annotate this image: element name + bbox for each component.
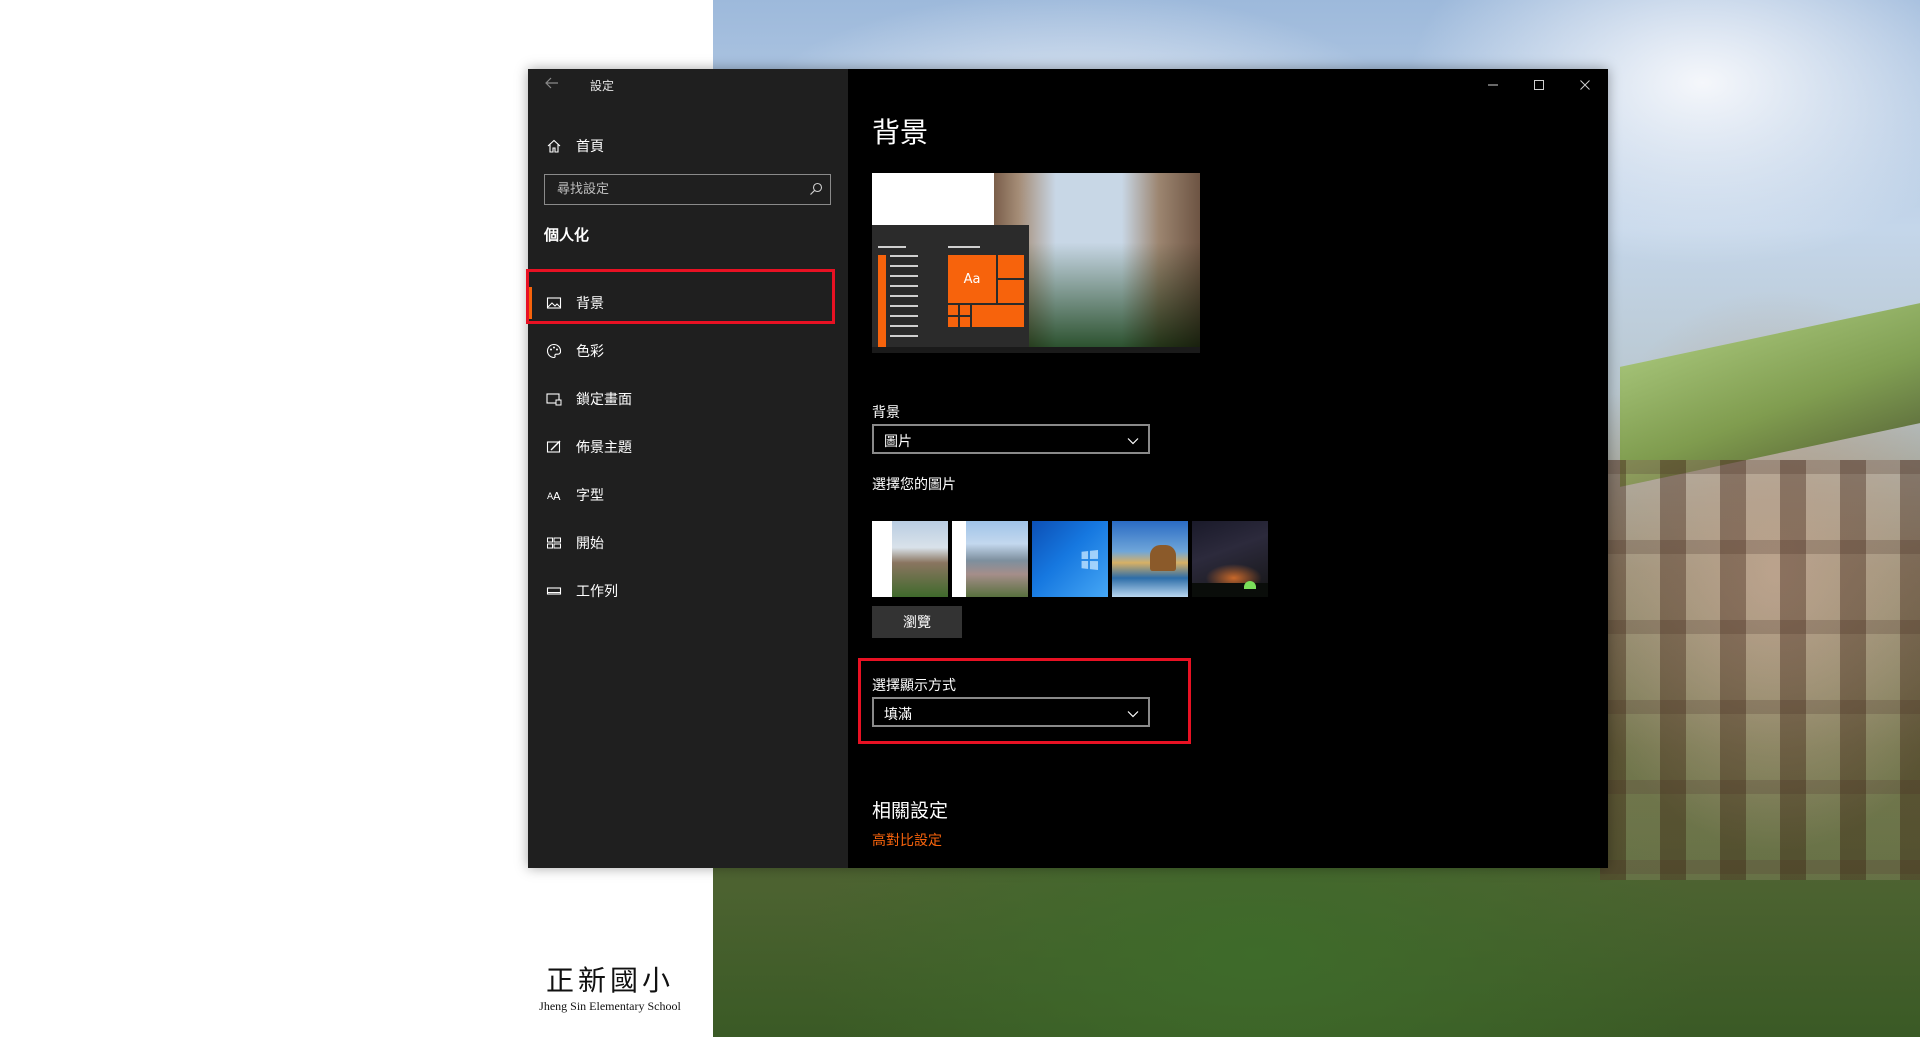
school-logo-english: Jheng Sin Elementary School <box>539 999 681 1013</box>
lock-screen-icon <box>544 389 564 409</box>
chevron-down-icon <box>1126 433 1140 447</box>
background-dropdown-value: 圖片 <box>884 434 912 450</box>
nav-item-label: 工作列 <box>576 584 618 600</box>
picture-thumbnail-2[interactable] <box>952 521 1028 597</box>
nav-item-colors[interactable]: 色彩 <box>528 327 848 375</box>
nav-item-lock-screen[interactable]: 鎖定畫面 <box>528 375 848 423</box>
rock-shape <box>1150 545 1176 571</box>
back-arrow-icon[interactable] <box>542 75 562 95</box>
search-box[interactable] <box>544 174 831 205</box>
preview-header-line <box>948 246 980 248</box>
picture-thumbnail-5[interactable] <box>1192 521 1268 597</box>
page-title: 背景 <box>872 116 929 149</box>
preview-taskbar <box>872 347 1200 353</box>
maximize-icon[interactable] <box>1516 69 1562 101</box>
preview-tile <box>948 317 958 327</box>
high-contrast-link[interactable]: 高對比設定 <box>872 830 942 850</box>
taskbar-icon <box>544 581 564 601</box>
nav-list: 背景 色彩 鎖定畫面 佈景主題 A A 字型 開始 工作列 <box>528 279 848 615</box>
nav-item-taskbar[interactable]: 工作列 <box>528 567 848 615</box>
highlight-box-nav <box>526 269 835 324</box>
theme-icon <box>544 437 564 457</box>
preview-sample-text: Aa <box>948 255 996 303</box>
tent-shape <box>1244 581 1256 589</box>
nav-item-label: 色彩 <box>576 344 604 360</box>
palette-icon <box>544 341 564 361</box>
school-logo-chinese: 正新國小 <box>545 964 674 997</box>
preview-tile <box>998 255 1024 278</box>
sidebar: 設定 首頁 個人化 背景 <box>526 69 848 868</box>
font-icon: AA <box>544 485 564 505</box>
search-icon[interactable] <box>808 181 824 197</box>
settings-window: 設定 首頁 個人化 背景 <box>526 69 1608 868</box>
preview-tile <box>960 305 970 315</box>
preview-tile <box>998 280 1024 303</box>
search-input[interactable] <box>545 175 807 204</box>
preview-tile <box>960 317 970 327</box>
svg-text:A: A <box>553 490 561 503</box>
main-content: 背景 Aa 背景 圖片 選擇您的圖片 瀏覽 選擇顯示方式 填滿 相關設定 高對比… <box>848 69 1608 868</box>
nav-item-fonts[interactable]: AA 字型 <box>528 471 848 519</box>
close-icon[interactable] <box>1562 69 1608 101</box>
nav-item-themes[interactable]: 佈景主題 <box>528 423 848 471</box>
browse-button[interactable]: 瀏覽 <box>872 606 962 638</box>
nav-item-label: 佈景主題 <box>576 440 632 456</box>
background-dropdown[interactable]: 圖片 <box>872 424 1150 454</box>
highlight-box-fit <box>858 658 1191 744</box>
nav-item-start[interactable]: 開始 <box>528 519 848 567</box>
nav-home-label: 首頁 <box>576 139 604 155</box>
nav-home[interactable]: 首頁 <box>544 131 834 161</box>
preview-header-line <box>878 246 906 248</box>
preview-tile <box>972 305 1024 327</box>
windows-logo-icon <box>1081 550 1099 570</box>
home-icon <box>544 136 564 156</box>
background-label: 背景 <box>872 405 900 421</box>
picture-thumbnails <box>872 521 1272 597</box>
nav-item-label: 開始 <box>576 536 604 552</box>
preview-app-list <box>890 255 920 345</box>
minimize-icon[interactable] <box>1470 69 1516 101</box>
section-title: 個人化 <box>544 226 590 244</box>
preview-tile <box>948 305 958 315</box>
preview-tiles: Aa <box>948 255 1024 341</box>
wallpaper-building <box>1600 460 1920 880</box>
window-controls <box>1470 69 1608 101</box>
nav-item-label: 字型 <box>576 488 604 504</box>
nav-item-label: 鎖定畫面 <box>576 392 632 408</box>
desktop-preview: Aa <box>872 173 1200 353</box>
preview-accent-strip <box>878 255 886 347</box>
choose-picture-label: 選擇您的圖片 <box>872 477 956 493</box>
start-icon <box>544 533 564 553</box>
preview-start-menu: Aa <box>872 225 1029 353</box>
picture-thumbnail-1[interactable] <box>872 521 948 597</box>
title-bar: 設定 <box>528 69 848 101</box>
school-logo: 正新國小 Jheng Sin Elementary School <box>530 964 690 1014</box>
picture-thumbnail-4[interactable] <box>1112 521 1188 597</box>
related-settings-title: 相關設定 <box>872 800 949 822</box>
picture-thumbnail-3[interactable] <box>1032 521 1108 597</box>
ground-shape <box>1192 583 1268 597</box>
app-title: 設定 <box>590 79 615 93</box>
